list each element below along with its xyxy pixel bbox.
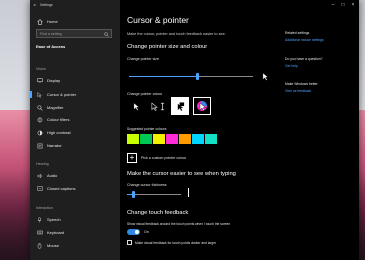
nav-display[interactable]: Display [36, 77, 60, 84]
swatch-lime[interactable] [127, 134, 139, 144]
nav-closed-captions-label: Closed captions [47, 186, 76, 191]
group-hearing: Hearing [36, 162, 49, 166]
group-interaction: Interaction [36, 206, 53, 210]
question-title: Do you have a question? [285, 57, 323, 61]
nav-audio-label: Audio [47, 173, 58, 178]
nav-mouse-label: Mouse [47, 243, 60, 248]
home-icon [36, 18, 43, 25]
window-title: Settings [40, 3, 53, 7]
cursor-thickness-heading: Make the cursor easier to see when typin… [127, 171, 236, 177]
pointer-colour-label: Change pointer colour [127, 92, 163, 96]
nav-keyboard-label: Keyboard [47, 230, 65, 235]
touch-feedback-toggle[interactable] [127, 229, 140, 235]
inverted-cursor-icon [177, 101, 184, 111]
touch-toggle-label: Show visual feedback around the touch po… [127, 222, 231, 226]
pointer-preview-icon [262, 72, 269, 81]
touch-feedback-heading: Change touch feedback [127, 210, 189, 216]
minimize-icon[interactable]: – [328, 2, 338, 8]
page-subtitle: Make the cursor, pointer and touch feedb… [127, 32, 226, 36]
nav-display-label: Display [47, 78, 61, 83]
swatch-turquoise[interactable] [205, 134, 217, 144]
pointer-style-custom[interactable] [193, 97, 211, 115]
nav-audio[interactable]: Audio [36, 172, 57, 179]
cursor-thickness-track [127, 194, 181, 195]
nav-high-contrast[interactable]: High contrast [36, 129, 71, 136]
get-help-link[interactable]: Get help [285, 64, 298, 68]
sidebar: Settings Home Find a setting Ease of Acc… [30, 0, 120, 260]
white-cursor-icon [133, 102, 140, 111]
pointer-style-inverted[interactable] [171, 97, 189, 115]
pointer-size-thumb[interactable] [195, 73, 199, 80]
page-title: Cursor & pointer [127, 15, 189, 25]
settings-window: Settings Home Find a setting Ease of Acc… [30, 0, 359, 260]
cursor-icon [36, 91, 43, 98]
nav-home-label: Home [47, 19, 58, 24]
pointer-size-heading: Change pointer size and colour [127, 44, 208, 50]
additional-mouse-settings-link[interactable]: Additional mouse settings [285, 38, 324, 42]
swatch-magenta[interactable] [166, 134, 178, 144]
nav-home[interactable]: Home [36, 18, 58, 25]
speaker-icon [36, 173, 43, 179]
pointer-style-black[interactable] [149, 97, 167, 115]
high-contrast-icon [36, 130, 43, 136]
keyboard-icon [36, 230, 43, 236]
nav-magnifier[interactable]: Magnifier [36, 104, 63, 111]
cursor-thickness-label: Change cursor thickness [127, 183, 167, 187]
microphone-icon [36, 216, 43, 223]
display-icon [36, 78, 43, 84]
group-vision: Vision [36, 67, 46, 71]
closed-captions-icon [36, 186, 43, 192]
swatch-cyan[interactable] [192, 134, 204, 144]
nav-magnifier-label: Magnifier [47, 105, 64, 110]
mouse-icon [36, 242, 43, 249]
magnifier-icon [36, 104, 43, 111]
toggle-state-label: On [144, 230, 149, 234]
make-windows-better-title: Make Windows better [285, 82, 318, 86]
close-icon[interactable]: × [348, 2, 358, 8]
nav-speech[interactable]: Speech [36, 216, 61, 223]
nav-cursor-pointer[interactable]: Cursor & pointer [36, 91, 76, 98]
maximize-icon[interactable]: □ [338, 2, 348, 8]
search-placeholder: Find a setting [40, 32, 62, 36]
nav-speech-label: Speech [47, 217, 61, 222]
search-input[interactable]: Find a setting [36, 29, 112, 38]
give-feedback-link[interactable]: Give us feedback [285, 89, 311, 93]
cursor-thickness-thumb[interactable] [131, 191, 135, 198]
pointer-style-white[interactable] [127, 97, 145, 115]
main-content: – □ × Cursor & pointer Make the cursor, … [120, 0, 359, 260]
toggle-knob [135, 230, 139, 234]
pointer-size-label: Change pointer size [127, 57, 159, 61]
cursor-thickness-preview [188, 188, 189, 197]
selection-indicator [30, 91, 32, 98]
swatch-yellow[interactable] [153, 134, 165, 144]
nav-colour-filters[interactable]: Colour filters [36, 116, 69, 123]
narrator-icon [36, 143, 43, 149]
section-title: Ease of Access [36, 44, 66, 49]
nav-narrator-label: Narrator [47, 143, 62, 148]
custom-colour-label: Pick a custom pointer colour [141, 156, 187, 160]
nav-cursor-pointer-label: Cursor & pointer [47, 92, 77, 97]
nav-closed-captions[interactable]: Closed captions [36, 185, 75, 192]
nav-high-contrast-label: High contrast [47, 130, 71, 135]
darker-feedback-checkbox[interactable] [127, 240, 132, 245]
search-icon [104, 31, 109, 37]
swatch-green[interactable] [140, 134, 152, 144]
text-cursor-icon [160, 102, 165, 110]
nav-colour-filters-label: Colour filters [47, 117, 70, 122]
swatch-orange[interactable] [179, 134, 191, 144]
suggested-colours-label: Suggested pointer colours [127, 127, 167, 131]
nav-narrator[interactable]: Narrator [36, 142, 62, 149]
checkbox-label: Make visual feedback for touch points da… [135, 241, 217, 245]
black-cursor-icon [151, 101, 158, 111]
nav-keyboard[interactable]: Keyboard [36, 229, 64, 236]
add-custom-colour-button[interactable]: + [127, 153, 137, 163]
related-settings-title: Related settings [285, 31, 310, 35]
back-arrow-icon[interactable] [33, 3, 37, 7]
custom-colour-cursor-icon [197, 101, 207, 112]
colour-filters-icon [36, 117, 43, 123]
nav-mouse[interactable]: Mouse [36, 242, 59, 249]
pointer-size-fill [129, 76, 198, 77]
